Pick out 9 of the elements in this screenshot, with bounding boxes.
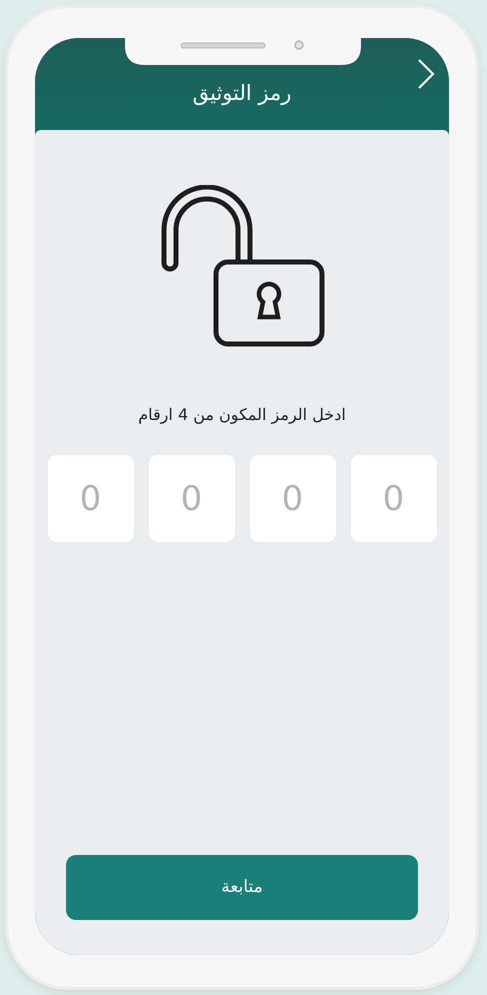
code-digit-field[interactable]: 0 bbox=[250, 455, 336, 542]
code-digit-field[interactable]: 0 bbox=[148, 455, 234, 542]
open-padlock-icon bbox=[159, 185, 325, 347]
chevron-icon[interactable] bbox=[417, 58, 435, 90]
instruction-text: ادخل الرمز المكون من 4 ارقام bbox=[138, 404, 346, 426]
code-digit-field[interactable]: 0 bbox=[48, 455, 134, 542]
screen-title: رمز التوثيق bbox=[192, 80, 292, 108]
code-digit-field[interactable]: 0 bbox=[350, 455, 436, 542]
continue-button[interactable]: متابعة bbox=[66, 855, 418, 920]
